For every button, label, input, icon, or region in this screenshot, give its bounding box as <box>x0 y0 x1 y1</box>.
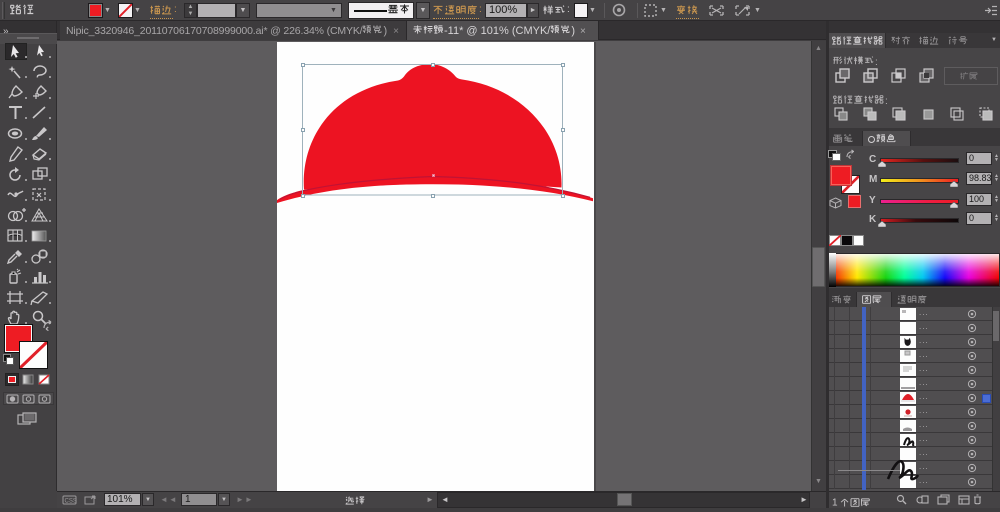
svg-text:CSS: CSS <box>65 499 77 505</box>
